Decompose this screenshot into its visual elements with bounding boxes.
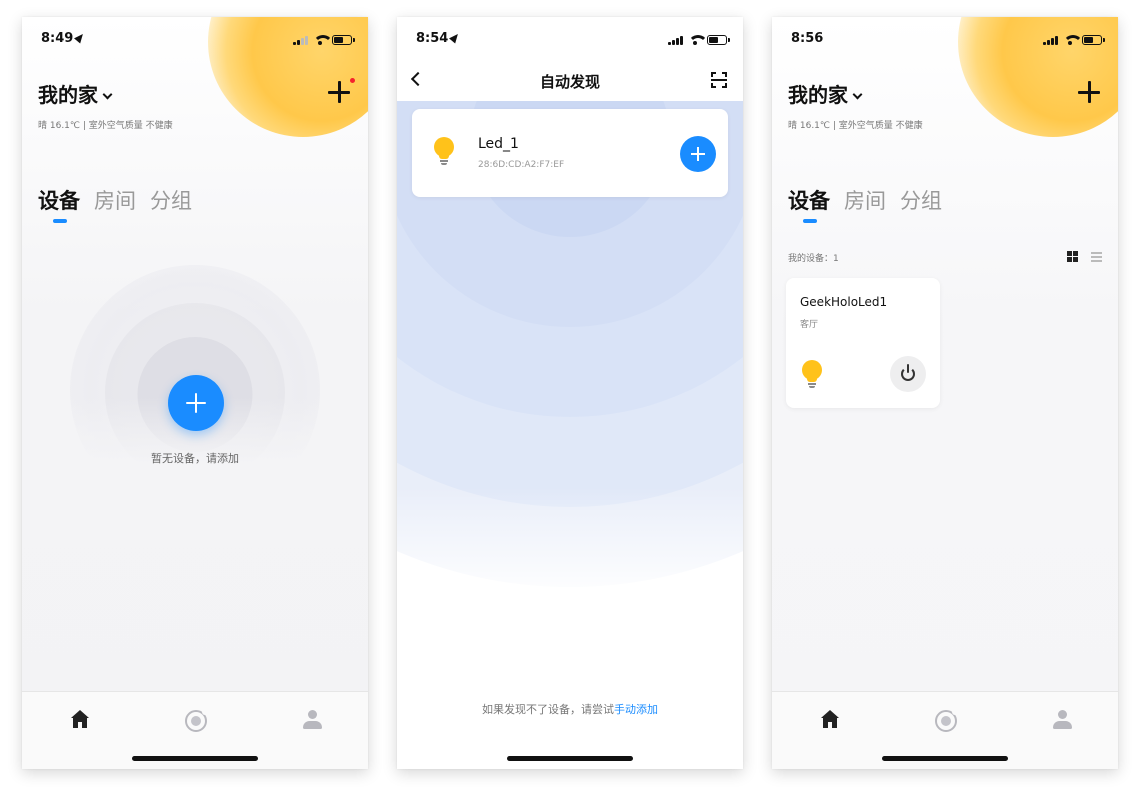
tab-bar: 设备 房间 分组 (788, 185, 942, 215)
location-arrow-icon (449, 31, 462, 44)
status-time: 8:56 (791, 31, 824, 46)
notification-dot (350, 78, 355, 83)
phone-screen-empty-home: 8:49 我的家 晴 16.1℃ | 室外空气质量 不健康 设备 房间 分组 暂… (22, 17, 368, 769)
add-first-device-button[interactable] (168, 375, 224, 431)
profile-icon[interactable] (302, 710, 322, 730)
add-device-button[interactable] (328, 78, 355, 103)
chevron-down-icon (852, 89, 863, 100)
bottom-nav (22, 691, 368, 769)
status-time: 8:49 (41, 31, 87, 46)
device-name: GeekHoloLed1 (800, 295, 888, 309)
add-device-button[interactable] (680, 136, 716, 172)
scan-icon[interactable] (711, 72, 727, 88)
device-room: 客厅 (800, 320, 819, 330)
home-icon[interactable] (820, 710, 840, 730)
device-tile[interactable]: GeekHoloLed1 客厅 (786, 278, 940, 408)
home-selector[interactable]: 我的家 (38, 79, 113, 108)
bottom-nav (772, 691, 1118, 769)
home-indicator (882, 756, 1008, 761)
signal-icon (1043, 35, 1058, 45)
power-toggle-button[interactable] (890, 356, 926, 392)
nav-header: 自动发现 (397, 61, 743, 101)
status-bar: 8:54 (397, 17, 743, 61)
active-tab-indicator (53, 219, 67, 223)
home-indicator (132, 756, 258, 761)
device-mac: 28:6D:CD:A2:F7:EF (478, 160, 565, 170)
weather-info: 晴 16.1℃ | 室外空气质量 不健康 (38, 121, 173, 131)
device-name: Led_1 (478, 136, 519, 152)
tab-rooms[interactable]: 房间 (94, 185, 136, 215)
page-title: 自动发现 (539, 73, 600, 91)
phone-screen-home-with-device: 8:56 我的家 晴 16.1℃ | 室外空气质量 不健康 设备 房间 分组 我… (772, 17, 1118, 769)
manual-add-link[interactable]: 手动添加 (614, 703, 658, 716)
home-indicator (507, 756, 633, 761)
battery-icon (1082, 35, 1105, 45)
empty-state-text: 暂无设备，请添加 (151, 452, 239, 465)
active-tab-indicator (803, 219, 817, 223)
home-title: 我的家 (38, 83, 98, 107)
chevron-down-icon (102, 89, 113, 100)
tab-bar: 设备 房间 分组 (38, 185, 192, 215)
signal-icon (668, 35, 683, 45)
tab-groups[interactable]: 分组 (900, 185, 942, 215)
wifi-icon (1063, 35, 1083, 45)
home-selector[interactable]: 我的家 (788, 79, 863, 108)
status-bar: 8:49 (22, 17, 368, 61)
add-device-button[interactable] (1078, 81, 1100, 103)
tab-devices[interactable]: 设备 (38, 185, 80, 215)
battery-icon (332, 35, 355, 45)
grid-view-icon[interactable] (1067, 251, 1078, 262)
home-icon[interactable] (70, 710, 90, 730)
phone-screen-auto-discovery: 8:54 自动发现 Led_1 28:6D:CD:A2:F7:EF 如果发现不了… (397, 17, 743, 769)
list-view-icon[interactable] (1091, 252, 1102, 262)
wifi-icon (313, 35, 333, 45)
home-title: 我的家 (788, 83, 848, 107)
discovered-device-card[interactable]: Led_1 28:6D:CD:A2:F7:EF (412, 109, 728, 197)
smart-icon[interactable] (935, 709, 958, 732)
status-time: 8:54 (416, 31, 462, 46)
hint-text: 如果发现不了设备，请尝试 (482, 703, 614, 716)
location-arrow-icon (74, 31, 87, 44)
status-bar: 8:56 (772, 17, 1118, 61)
battery-icon (707, 35, 730, 45)
device-count-label: 我的设备：1 (788, 254, 839, 264)
signal-icon (293, 35, 308, 45)
profile-icon[interactable] (1052, 710, 1072, 730)
wifi-icon (688, 35, 708, 45)
tab-devices[interactable]: 设备 (788, 185, 830, 215)
tab-rooms[interactable]: 房间 (844, 185, 886, 215)
tab-groups[interactable]: 分组 (150, 185, 192, 215)
weather-info: 晴 16.1℃ | 室外空气质量 不健康 (788, 121, 923, 131)
smart-icon[interactable] (185, 709, 208, 732)
manual-add-hint: 如果发现不了设备，请尝试手动添加 (397, 701, 743, 717)
fade-overlay (397, 487, 743, 769)
